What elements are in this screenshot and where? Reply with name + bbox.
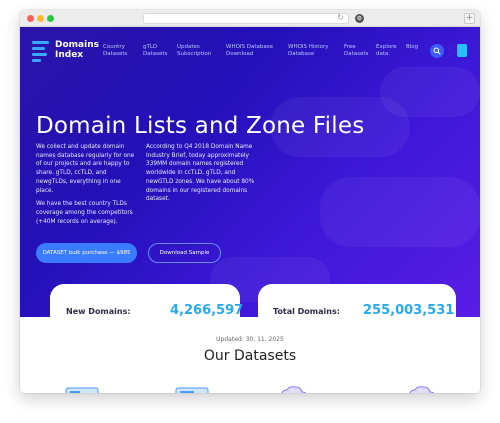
search-icon[interactable] [430,44,444,58]
site-logo[interactable]: Domains Index [55,40,105,60]
total-domains-value: 255,003,531 [363,303,455,318]
new-domains-label: New Domains: [66,307,131,316]
new-domains-value: 4,266,597 [170,303,244,318]
browser-toolbar: ↻ ⚙ + [20,10,480,27]
cart-icon[interactable] [457,44,467,57]
section-title: Our Datasets [203,348,297,364]
maximize-window-button[interactable] [47,15,54,22]
address-bar[interactable]: ↻ [143,13,349,24]
cloud-dataset-icon[interactable] [275,382,309,393]
browser-window: ↻ ⚙ + Domains Index Country Datasets gTL… [20,10,480,393]
bulk-purchase-button[interactable]: DATASET bulk purchase — $985 [36,243,137,263]
logo-line-1: Domains [55,40,99,50]
nav-gtld-datasets[interactable]: gTLD Datasets [143,44,167,58]
background-shape [320,177,480,247]
background-shape [380,67,480,117]
more-dots-icon: :: [449,46,451,58]
hero-description-left: We collect and update domain names datab… [36,144,135,225]
new-tab-button[interactable]: + [464,13,475,24]
logo-line-2: Index [55,50,84,60]
nav-free-datasets[interactable]: Free Datasets [344,44,368,58]
cloud-dataset-icon[interactable] [403,382,437,393]
download-sample-button[interactable]: Download Sample [148,243,221,263]
hero-description-right: According to Q4 2018 Domain Name Industr… [146,144,255,203]
nav-whois-database-download[interactable]: WHOIS Database Download [226,44,273,58]
minimize-window-button[interactable] [37,15,44,22]
logo-icon[interactable] [32,41,49,62]
dataset-icon[interactable] [65,382,99,393]
extension-icon[interactable]: ⚙ [355,14,364,23]
nav-whois-history-database[interactable]: WHOIS History Database [288,44,328,58]
total-domains-label: Total Domains: [273,307,340,316]
nav-explore-data[interactable]: Explore data [376,44,397,58]
nav-updates-subscription[interactable]: Updates Subscription [177,44,211,58]
hero-section: Domains Index Country Datasets gTLD Data… [20,27,480,317]
close-window-button[interactable] [27,15,34,22]
hero-title: Domain Lists and Zone Files [36,113,365,139]
updated-date: Updated: 30, 11, 2025 [216,336,284,343]
nav-blog[interactable]: Blog [406,44,418,51]
dataset-icon[interactable] [175,382,209,393]
nav-country-datasets[interactable]: Country Datasets [103,44,127,58]
reload-icon[interactable]: ↻ [337,11,344,25]
